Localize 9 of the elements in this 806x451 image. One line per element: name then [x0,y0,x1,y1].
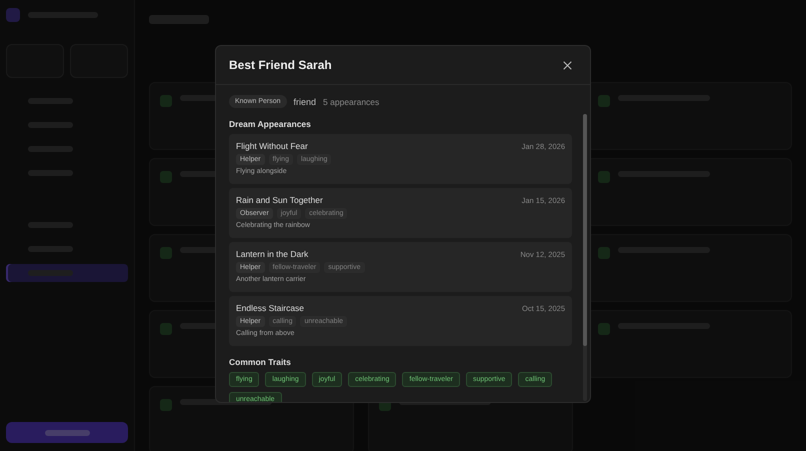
appearance-count: 5 appearances [323,96,380,106]
dialog-title: Best Friend Sarah [229,58,332,72]
relationship-text: friend [294,96,316,106]
section-title: Dream Appearances [229,119,312,129]
dream-title: Endless Staircase [236,303,304,313]
section-title: Common Traits [229,357,292,367]
dream-title: Lantern in the Dark [236,249,308,259]
dream-title: Rain and Sun Together [236,195,323,205]
dream-title: Flight Without Fear [236,141,308,151]
